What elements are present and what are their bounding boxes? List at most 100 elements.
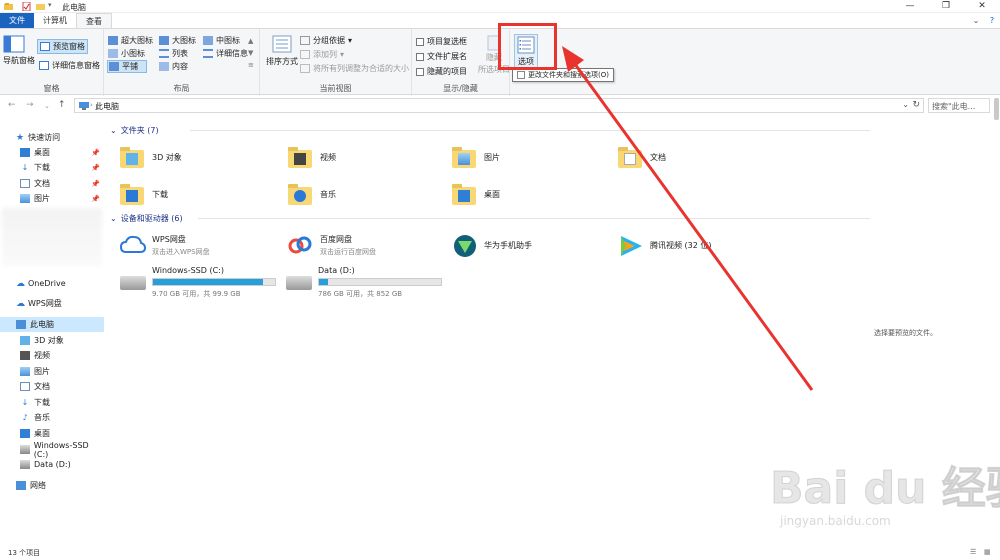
recent-locations-icon[interactable]: ⌄ (44, 102, 50, 110)
tab-file[interactable]: 文件 (0, 13, 34, 28)
desktop-icon (20, 148, 30, 157)
sidebar-item-network[interactable]: 网络 (0, 478, 104, 493)
folder-item-music[interactable]: 音乐 (288, 177, 448, 211)
tiles-view-icon[interactable]: ▦ (984, 548, 991, 556)
layout-medium-icons[interactable]: 中图标 (203, 35, 240, 46)
sidebar-item-downloads[interactable]: ↓ 下载 📌 (0, 160, 104, 175)
item-checkbox-box[interactable] (416, 37, 424, 46)
minimize-button[interactable]: — (892, 0, 928, 13)
layout-content[interactable]: 内容 (159, 61, 188, 72)
drive-item-d[interactable]: Data (D:) 786 GB 可用，共 852 GB (286, 266, 456, 300)
new-folder-quick-icon[interactable] (36, 2, 45, 11)
search-input[interactable]: 搜索"此电... (928, 98, 990, 113)
add-column-button[interactable]: 添加列 ▾ (300, 49, 344, 60)
group-by-label: 分组依据 (313, 36, 345, 45)
file-ext-label: 文件扩展名 (427, 52, 467, 61)
layout-small-icons[interactable]: 小图标 (108, 48, 145, 59)
close-button[interactable]: ✕ (964, 0, 1000, 13)
item-checkbox-toggle[interactable]: 项目复选框 (416, 36, 467, 47)
pin-icon[interactable]: 📌 (91, 149, 100, 157)
blurred-region (2, 208, 102, 266)
folder-icon (452, 184, 476, 205)
file-explorer-window: ▾ 此电脑 — ❐ ✕ 文件 计算机 查看 ⌄ ? 导航窗格 预览窗格 详细信息… (0, 0, 1000, 560)
sidebar-item-pictures-pc[interactable]: 图片 (0, 364, 104, 379)
folder-item-downloads[interactable]: 下载 (120, 177, 280, 211)
sidebar-item-pictures[interactable]: 图片 📌 (0, 191, 104, 206)
folder-item-videos[interactable]: 视频 (288, 140, 448, 174)
sidebar-wps-label: WPS网盘 (28, 299, 62, 308)
add-column-icon (300, 50, 310, 59)
file-ext-box[interactable] (416, 52, 424, 61)
sidebar-item-this-pc[interactable]: 此电脑 (0, 317, 104, 332)
sidebar-drive-d-label: Data (D:) (34, 460, 71, 469)
sidebar-item-desktop-pc[interactable]: 桌面 (0, 426, 104, 441)
back-icon[interactable]: ← (8, 100, 16, 110)
scrollbar-thumb[interactable] (994, 98, 999, 120)
up-icon[interactable]: ↑ (58, 100, 66, 110)
folder-videos-label: 视频 (320, 152, 336, 162)
document-icon (20, 179, 30, 188)
hidden-items-toggle[interactable]: 隐藏的项目 (416, 66, 467, 77)
details-pane-button[interactable]: 详细信息窗格 (39, 60, 100, 71)
folder-item-pictures[interactable]: 图片 (452, 140, 612, 174)
sidebar-item-wps[interactable]: ☁ WPS网盘 (0, 296, 104, 311)
explorer-icon[interactable] (4, 2, 13, 11)
pin-icon[interactable]: 📌 (91, 164, 100, 172)
address-dropdown-icon[interactable]: ⌄ (902, 100, 909, 109)
layout-tiles-label: 平铺 (122, 62, 138, 71)
drive-item-c[interactable]: Windows-SSD (C:) 9.70 GB 可用，共 99.9 GB (120, 266, 290, 300)
sidebar-item-desktop[interactable]: 桌面 📌 (0, 145, 104, 160)
music-icon: ♪ (22, 413, 28, 422)
sidebar-item-documents-pc[interactable]: 文档 (0, 379, 104, 394)
sidebar-item-drive-c[interactable]: Windows-SSD (C:) (0, 441, 104, 459)
maximize-button[interactable]: ❐ (928, 0, 964, 13)
hidden-items-box[interactable] (416, 67, 424, 76)
file-ext-toggle[interactable]: 文件扩展名 (416, 51, 467, 62)
customize-quick-access-icon[interactable]: ▾ (48, 1, 52, 9)
folders-section-header[interactable]: ⌄ 文件夹 (7) (110, 125, 870, 136)
sidebar-network-label: 网络 (30, 481, 46, 490)
folder-item-3d[interactable]: 3D 对象 (120, 140, 280, 174)
pin-icon[interactable]: 📌 (91, 180, 100, 188)
details-view-icon[interactable]: ☰ (970, 548, 976, 556)
help-icon[interactable]: ? (984, 13, 1000, 28)
layout-large-icons[interactable]: 大图标 (159, 35, 196, 46)
layout-extra-large-icons[interactable]: 超大图标 (108, 35, 153, 46)
layout-list[interactable]: 列表 (159, 48, 188, 59)
forward-icon[interactable]: → (26, 100, 34, 110)
sidebar-item-videos[interactable]: 视频 (0, 348, 104, 363)
sort-by-button[interactable]: 排序方式 (266, 35, 298, 67)
sidebar-item-music[interactable]: ♪ 音乐 (0, 410, 104, 425)
app-item-huawei[interactable]: 华为手机助手 (452, 228, 612, 262)
layout-scroll-icon[interactable]: ▲ ▼ ≡ (248, 35, 254, 71)
app-item-tencent-video[interactable]: 腾讯视频 (32 位) (618, 228, 778, 262)
sidebar-item-quick-access[interactable]: ★ 快速访问 (0, 130, 104, 145)
nav-pane-button[interactable]: 导航窗格 (3, 35, 35, 66)
tab-view[interactable]: 查看 (76, 13, 112, 28)
sidebar-item-drive-d[interactable]: Data (D:) (0, 457, 104, 472)
layout-tiles[interactable]: 平铺 (107, 60, 147, 73)
layout-details[interactable]: 详细信息 (203, 48, 248, 59)
preview-pane-button[interactable]: 预览窗格 (37, 39, 88, 54)
sidebar-item-onedrive[interactable]: ☁ OneDrive (0, 276, 104, 291)
sidebar-item-3d[interactable]: 3D 对象 (0, 333, 104, 348)
group-by-button[interactable]: 分组依据 ▾ (300, 35, 352, 46)
pin-icon[interactable]: 📌 (91, 195, 100, 203)
devices-section-header[interactable]: ⌄ 设备和驱动器 (6) (110, 213, 870, 224)
sidebar-item-downloads-pc[interactable]: ↓ 下载 (0, 395, 104, 410)
refresh-icon[interactable]: ↻ (912, 100, 920, 110)
drive-icon (20, 460, 30, 469)
ribbon-collapse-icon[interactable]: ⌄ (968, 13, 984, 28)
folder-item-documents[interactable]: 文档 (618, 140, 778, 174)
breadcrumb-this-pc[interactable]: 此电脑 (95, 101, 119, 112)
app-item-wps[interactable]: WPS网盘 双击进入WPS网盘 (119, 228, 280, 262)
tab-computer[interactable]: 计算机 (34, 13, 76, 28)
address-bar[interactable]: › 此电脑 ⌄ ↻ (74, 98, 924, 113)
wps-cloud-icon (119, 235, 147, 253)
fit-columns-button[interactable]: 将所有列调整为合适的大小 (300, 63, 409, 74)
properties-quick-icon[interactable] (22, 2, 31, 11)
app-item-baidu[interactable]: 百度网盘 双击运行百度网盘 (288, 228, 448, 262)
folder-item-desktop[interactable]: 桌面 (452, 177, 612, 211)
drive-d-usage-bar (318, 278, 442, 286)
sidebar-item-documents[interactable]: 文档 📌 (0, 176, 104, 191)
